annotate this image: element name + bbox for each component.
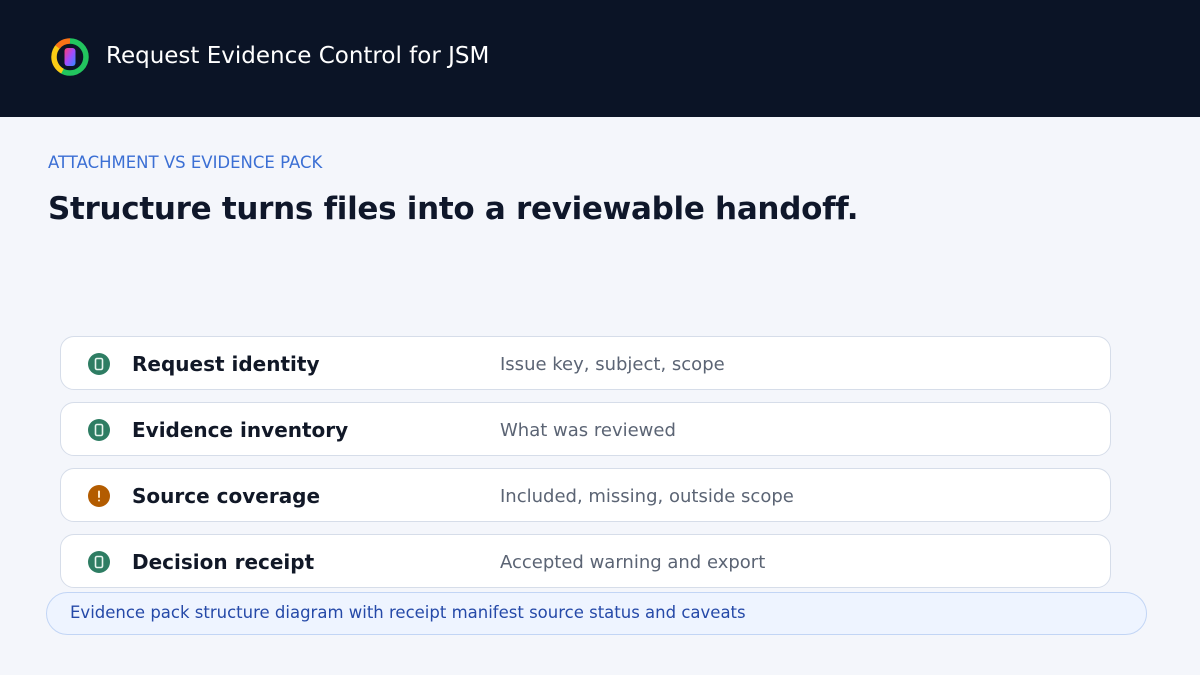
row-label: Request identity — [132, 352, 320, 376]
check-badge-icon — [88, 353, 110, 375]
structure-row-decision-receipt: Decision receipt Accepted warning and ex… — [60, 534, 1111, 588]
row-description: Issue key, subject, scope — [500, 354, 725, 375]
structure-row-evidence-inventory: Evidence inventory What was reviewed — [60, 402, 1111, 456]
row-description: Accepted warning and export — [500, 552, 766, 573]
check-badge-icon — [88, 551, 110, 573]
structure-row-request-identity: Request identity Issue key, subject, sco… — [60, 336, 1111, 390]
structure-row-source-coverage: Source coverage Included, missing, outsi… — [60, 468, 1111, 522]
row-description: Included, missing, outside scope — [500, 486, 794, 507]
warning-badge-icon — [88, 485, 110, 507]
row-label: Evidence inventory — [132, 418, 349, 442]
page-title: Structure turns files into a reviewable … — [48, 191, 859, 227]
app-title: Request Evidence Control for JSM — [106, 43, 490, 69]
evidence-pack-structure: Request identity Issue key, subject, sco… — [60, 336, 1111, 600]
diagram-caption: Evidence pack structure diagram with rec… — [46, 592, 1147, 635]
check-badge-icon — [88, 419, 110, 441]
row-label: Source coverage — [132, 484, 321, 508]
section-eyebrow: ATTACHMENT VS EVIDENCE PACK — [48, 153, 323, 172]
row-label: Decision receipt — [132, 550, 315, 574]
row-description: What was reviewed — [500, 420, 676, 441]
ring-logo-icon — [50, 37, 90, 77]
top-bar: Request Evidence Control for JSM — [0, 0, 1200, 117]
